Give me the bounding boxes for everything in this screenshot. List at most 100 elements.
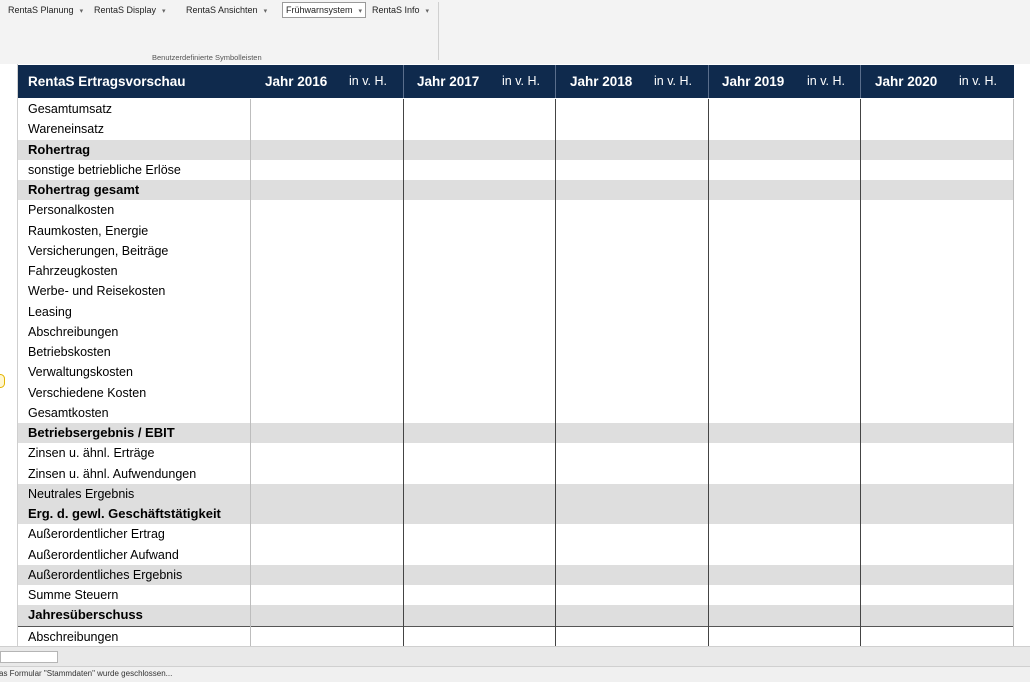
year-header-2017[interactable]: Jahr 2017	[417, 65, 479, 98]
row-label: Neutrales Ergebnis	[28, 486, 135, 501]
row-label: Zinsen u. ähnl. Aufwendungen	[28, 466, 197, 481]
column-divider	[860, 99, 861, 646]
column-divider	[1013, 99, 1014, 646]
table-title: RentaS Ertragsvorschau	[28, 74, 186, 89]
row-label: Wareneinsatz	[28, 122, 104, 137]
header-divider	[708, 65, 709, 98]
header-divider	[555, 65, 556, 98]
table-row[interactable]: Rohertrag gesamt	[18, 180, 1014, 201]
row-label: Erg. d. gewl. Geschäftstätigkeit	[28, 506, 221, 521]
selection-marker-icon	[0, 374, 5, 388]
percent-header-2019: in v. H.	[807, 74, 845, 88]
table-row[interactable]: Erg. d. gewl. Geschäftstätigkeit	[18, 504, 1014, 525]
row-label: Außerordentlicher Aufwand	[28, 547, 179, 562]
row-label: Abschreibungen	[28, 324, 119, 339]
row-label: Raumkosten, Energie	[28, 223, 149, 238]
table-row[interactable]: Jahresüberschuss	[18, 605, 1014, 626]
year-header-2018[interactable]: Jahr 2018	[570, 65, 632, 98]
year-header-2020[interactable]: Jahr 2020	[875, 65, 937, 98]
row-label: Rohertrag	[28, 141, 91, 157]
table-row[interactable]: Werbe- und Reisekosten	[18, 281, 1014, 301]
table-row[interactable]: Abschreibungen	[18, 322, 1014, 342]
row-label: Verschiedene Kosten	[28, 385, 147, 400]
column-divider	[250, 99, 251, 646]
column-divider	[403, 99, 404, 646]
ribbon-menu-fruehwarnsystem[interactable]: Frühwarnsystem ▾	[282, 2, 367, 18]
row-label: Personalkosten	[28, 203, 115, 218]
table-row[interactable]: Gesamtkosten	[18, 403, 1014, 423]
scroll-thumb[interactable]	[0, 651, 58, 663]
percent-header-2020: in v. H.	[959, 74, 997, 88]
table-row[interactable]: Personalkosten	[18, 200, 1014, 220]
table-row[interactable]: Verschiedene Kosten	[18, 383, 1014, 403]
status-bar: as Formular "Stammdaten" wurde geschloss…	[0, 666, 1030, 682]
ribbon-menu-label: RentaS Display	[94, 5, 157, 15]
table-header: RentaS Ertragsvorschau Jahr 2016 in v. H…	[18, 65, 1014, 98]
row-label: Gesamtumsatz	[28, 102, 113, 116]
column-divider	[555, 99, 556, 646]
row-label: Versicherungen, Beiträge	[28, 243, 169, 258]
row-label: Betriebskosten	[28, 345, 111, 359]
table-row[interactable]: Zinsen u. ähnl. Erträge	[18, 443, 1014, 463]
percent-header-2018: in v. H.	[654, 74, 692, 88]
table-row[interactable]: Rohertrag	[18, 139, 1014, 160]
worksheet[interactable]: RentaS Ertragsvorschau Jahr 2016 in v. H…	[0, 64, 1030, 646]
row-label: Zinsen u. ähnl. Erträge	[28, 446, 155, 461]
ribbon-group-label: Benutzerdefinierte Symbolleisten	[152, 53, 262, 62]
row-label: Summe Steuern	[28, 588, 119, 602]
row-label: Abschreibungen	[28, 629, 119, 644]
ribbon-menu-label: RentaS Info	[372, 5, 420, 15]
row-label: Betriebsergebnis / EBIT	[28, 425, 175, 440]
table-body: Gesamtumsatz Wareneinsatz Rohertrag sonstig…	[18, 99, 1014, 646]
table-row[interactable]: Betriebskosten	[18, 342, 1014, 362]
ribbon-menu-rentas-display[interactable]: RentaS Display ▾	[94, 3, 166, 17]
table-row[interactable]: Summe Steuern	[18, 585, 1014, 605]
table-row[interactable]: Außerordentliches Ergebnis	[18, 564, 1014, 585]
ribbon-menu-rentas-ansichten[interactable]: RentaS Ansichten ▾	[186, 3, 267, 17]
table-row[interactable]: Außerordentlicher Aufwand	[18, 545, 1014, 565]
chevron-down-icon: ▾	[263, 8, 268, 15]
status-message: as Formular "Stammdaten" wurde geschloss…	[0, 669, 173, 678]
ribbon: RentaS Planung ▾ RentaS Display ▾ RentaS A…	[0, 0, 1030, 65]
row-label: Jahresüberschuss	[28, 607, 143, 623]
chevron-down-icon: ▾	[162, 8, 166, 15]
table-row[interactable]: Neutrales Ergebnis	[18, 483, 1014, 504]
percent-header-2016: in v. H.	[349, 74, 387, 88]
ribbon-menu-label: RentaS Planung	[8, 5, 74, 15]
table-row[interactable]: Abschreibungen	[18, 625, 1014, 647]
table-row[interactable]: Außerordentlicher Ertrag	[18, 524, 1014, 544]
header-divider	[403, 65, 404, 98]
percent-header-2017: in v. H.	[502, 74, 540, 88]
row-label: Leasing	[28, 304, 72, 319]
table-row[interactable]: Verwaltungskosten	[18, 362, 1014, 382]
table-row[interactable]: Zinsen u. ähnl. Aufwendungen	[18, 464, 1014, 484]
row-label: sonstige betriebliche Erlöse	[28, 162, 181, 177]
row-label: Rohertrag gesamt	[28, 182, 140, 197]
column-divider	[708, 99, 709, 646]
ribbon-separator	[438, 2, 439, 60]
table-row[interactable]: Leasing	[18, 302, 1014, 322]
table-row[interactable]: Wareneinsatz	[18, 119, 1014, 139]
chevron-down-icon: ▾	[79, 8, 84, 15]
year-header-2016[interactable]: Jahr 2016	[265, 65, 327, 98]
ribbon-menu-rentas-info[interactable]: RentaS Info ▾	[372, 3, 429, 17]
ribbon-menu-label: RentaS Ansichten	[186, 5, 258, 15]
row-label: Verwaltungskosten	[28, 365, 133, 380]
table-row[interactable]: Betriebsergebnis / EBIT	[18, 423, 1014, 444]
ribbon-menu-rentas-planung[interactable]: RentaS Planung ▾	[8, 3, 83, 17]
year-header-2019[interactable]: Jahr 2019	[722, 65, 784, 98]
table-row[interactable]: sonstige betriebliche Erlöse	[18, 160, 1014, 180]
row-label: Außerordentlicher Ertrag	[28, 527, 165, 542]
row-label: Fahrzeugkosten	[28, 264, 118, 278]
table-row[interactable]: Fahrzeugkosten	[18, 261, 1014, 281]
horizontal-scrollbar[interactable]	[0, 646, 1030, 667]
chevron-down-icon: ▾	[425, 8, 430, 15]
header-divider	[860, 65, 861, 98]
row-label: Werbe- und Reisekosten	[28, 284, 166, 299]
table-row[interactable]: Raumkosten, Energie	[18, 221, 1014, 241]
table-row[interactable]: Versicherungen, Beiträge	[18, 241, 1014, 261]
row-label: Gesamtkosten	[28, 405, 109, 420]
row-label: Außerordentliches Ergebnis	[28, 567, 183, 582]
table-row[interactable]: Gesamtumsatz	[18, 99, 1014, 119]
chevron-down-icon: ▾	[358, 8, 363, 15]
